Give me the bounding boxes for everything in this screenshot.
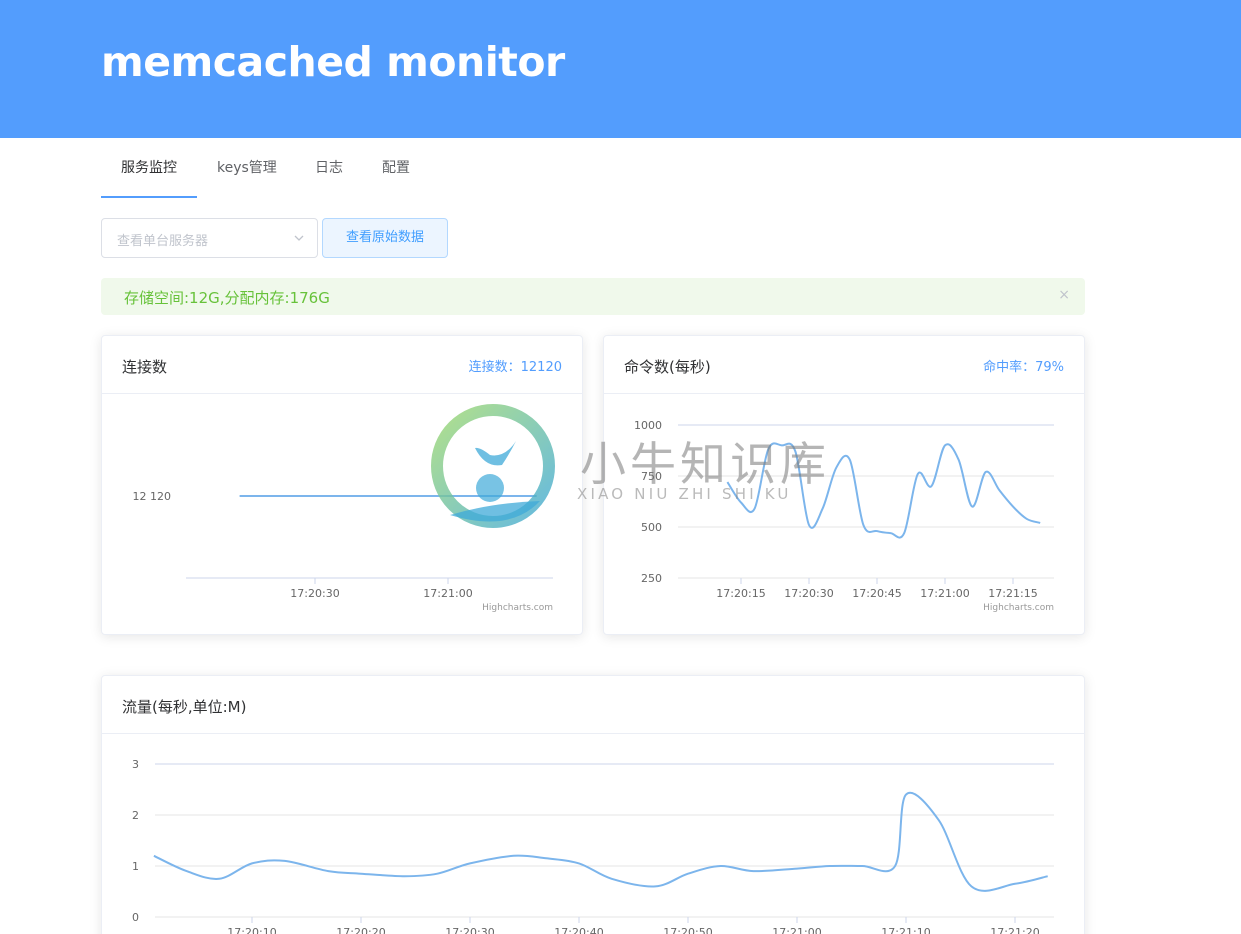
x-tick-label: 17:21:00 <box>772 926 821 934</box>
connections-card: 连接数 连接数：12120 12 120 17:20:30 17:21:00 High… <box>101 335 583 635</box>
x-tick-label: 17:20:40 <box>554 926 603 934</box>
tab-bar: 服务监控 keys管理 日志 配置 <box>101 138 1085 198</box>
header: memcached monitor <box>0 0 1241 138</box>
y-tick-label: 1000 <box>634 419 662 432</box>
tab-keys-management[interactable]: keys管理 <box>217 138 277 198</box>
server-select[interactable]: 查看单台服务器 <box>101 218 318 258</box>
card-header: 连接数 连接数：12120 <box>102 336 582 394</box>
x-tick-label: 17:21:00 <box>920 587 969 600</box>
tab-config[interactable]: 配置 <box>382 138 410 198</box>
chevron-down-icon <box>294 235 304 241</box>
series-line <box>153 791 1048 892</box>
x-tick-label: 17:21:20 <box>990 926 1039 934</box>
x-tick-label: 17:21:15 <box>988 587 1037 600</box>
alert-text: 存储空间:12G,分配内存:176G <box>124 289 330 307</box>
y-tick-label: 0 <box>132 911 139 924</box>
tab-logs[interactable]: 日志 <box>315 138 343 198</box>
y-tick-label: 1 <box>132 860 139 873</box>
x-tick-label: 17:21:00 <box>423 587 472 600</box>
commands-card: 命令数(每秒) 命中率：79% 250 500 750 1000 17:20:15 17:… <box>603 335 1085 635</box>
commands-chart: 250 500 750 1000 17:20:15 17:20:30 17:20:45 17:… <box>634 419 1054 613</box>
card-title: 流量(每秒,单位:M) <box>122 698 247 716</box>
card-header: 流量(每秒,单位:M) <box>102 676 1084 734</box>
x-tick-label: 17:20:30 <box>445 926 494 934</box>
active-tab-indicator <box>101 196 197 198</box>
y-tick-label: 750 <box>641 470 662 483</box>
x-tick-label: 17:20:30 <box>784 587 833 600</box>
card-title: 连接数 <box>122 358 168 376</box>
card-header: 命令数(每秒) 命中率：79% <box>604 336 1084 394</box>
traffic-card: 流量(每秒,单位:M) 0 1 2 3 17:20:10 17:20:20 17:20:30… <box>101 675 1085 934</box>
highcharts-credit: Highcharts.com <box>482 603 553 613</box>
x-tick-label: 17:20:15 <box>716 587 765 600</box>
y-tick-label: 500 <box>641 521 662 534</box>
y-tick-label: 250 <box>641 572 662 585</box>
highcharts-credit: Highcharts.com <box>983 603 1054 613</box>
x-tick-label: 17:20:10 <box>227 926 276 934</box>
server-select-placeholder: 查看单台服务器 <box>117 234 209 249</box>
traffic-chart: 0 1 2 3 17:20:10 17:20:20 17:20:30 17:20:40 17:2… <box>132 758 1054 934</box>
y-tick-label: 3 <box>132 758 139 771</box>
storage-alert: 存储空间:12G,分配内存:176G × <box>101 278 1085 315</box>
x-tick-label: 17:20:30 <box>290 587 339 600</box>
series-line <box>726 442 1041 539</box>
y-tick-label: 12 120 <box>133 490 172 503</box>
tab-service-monitor[interactable]: 服务监控 <box>121 138 177 198</box>
x-tick-label: 17:20:50 <box>663 926 712 934</box>
card-title: 命令数(每秒) <box>624 358 711 376</box>
connections-chart: 12 120 17:20:30 17:21:00 Highcharts.com <box>133 490 553 613</box>
app-title: memcached monitor <box>101 38 565 86</box>
x-tick-label: 17:20:45 <box>852 587 901 600</box>
hit-rate-stat: 命中率：79% <box>983 360 1064 375</box>
x-tick-label: 17:21:10 <box>881 926 930 934</box>
view-raw-data-button[interactable]: 查看原始数据 <box>322 218 448 258</box>
x-tick-label: 17:20:20 <box>336 926 385 934</box>
y-tick-label: 2 <box>132 809 139 822</box>
close-icon[interactable]: × <box>1058 287 1070 303</box>
connections-stat: 连接数：12120 <box>468 360 562 375</box>
